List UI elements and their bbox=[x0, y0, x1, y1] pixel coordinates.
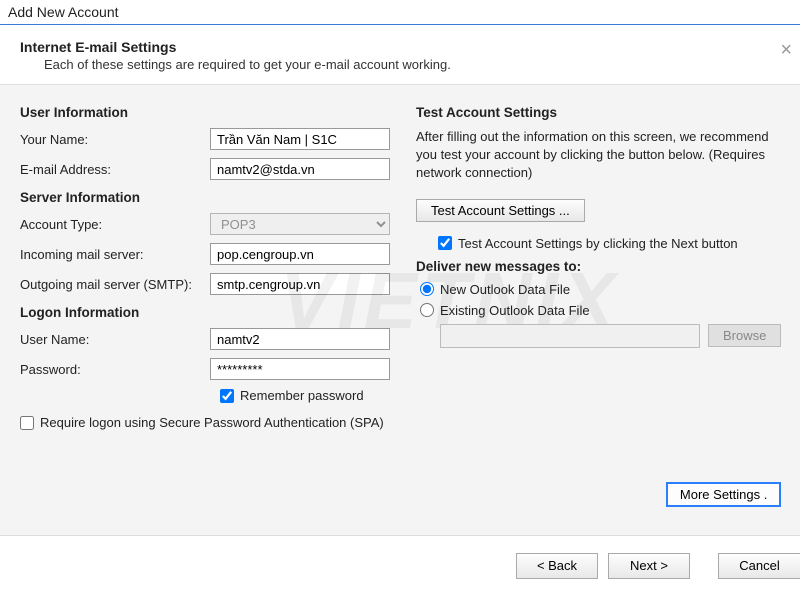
server-info-title: Server Information bbox=[20, 190, 390, 205]
user-info-title: User Information bbox=[20, 105, 390, 120]
account-type-select: POP3 bbox=[210, 213, 390, 235]
test-next-checkbox[interactable] bbox=[438, 236, 452, 250]
email-input[interactable] bbox=[210, 158, 390, 180]
existing-pst-radio[interactable] bbox=[420, 303, 434, 317]
your-name-input[interactable] bbox=[210, 128, 390, 150]
email-label: E-mail Address: bbox=[20, 162, 210, 177]
header-subtitle: Each of these settings are required to g… bbox=[44, 57, 780, 72]
existing-pst-label: Existing Outlook Data File bbox=[440, 303, 590, 318]
cancel-button[interactable]: Cancel bbox=[718, 553, 800, 579]
outgoing-input[interactable] bbox=[210, 273, 390, 295]
incoming-label: Incoming mail server: bbox=[20, 247, 210, 262]
more-settings-button[interactable]: More Settings . bbox=[666, 482, 781, 507]
header-title: Internet E-mail Settings bbox=[20, 39, 780, 55]
existing-path-input bbox=[440, 324, 700, 348]
password-label: Password: bbox=[20, 362, 210, 377]
remember-password-label: Remember password bbox=[240, 388, 364, 403]
test-account-title: Test Account Settings bbox=[416, 105, 781, 120]
new-pst-radio[interactable] bbox=[420, 282, 434, 296]
password-input[interactable] bbox=[210, 358, 390, 380]
spa-label: Require logon using Secure Password Auth… bbox=[40, 415, 384, 430]
back-button[interactable]: < Back bbox=[516, 553, 598, 579]
window-title: Add New Account bbox=[0, 0, 800, 25]
new-pst-label: New Outlook Data File bbox=[440, 282, 570, 297]
next-button[interactable]: Next > bbox=[608, 553, 690, 579]
test-account-info: After filling out the information on thi… bbox=[416, 128, 781, 183]
logon-info-title: Logon Information bbox=[20, 305, 390, 320]
deliver-title: Deliver new messages to: bbox=[416, 259, 781, 274]
username-input[interactable] bbox=[210, 328, 390, 350]
your-name-label: Your Name: bbox=[20, 132, 210, 147]
incoming-input[interactable] bbox=[210, 243, 390, 265]
close-icon[interactable]: × bbox=[780, 39, 792, 62]
browse-button: Browse bbox=[708, 324, 781, 347]
test-account-button[interactable]: Test Account Settings ... bbox=[416, 199, 585, 222]
username-label: User Name: bbox=[20, 332, 210, 347]
outgoing-label: Outgoing mail server (SMTP): bbox=[20, 277, 210, 292]
account-type-label: Account Type: bbox=[20, 217, 210, 232]
remember-password-checkbox[interactable] bbox=[220, 389, 234, 403]
spa-checkbox[interactable] bbox=[20, 416, 34, 430]
test-next-label: Test Account Settings by clicking the Ne… bbox=[458, 236, 738, 251]
